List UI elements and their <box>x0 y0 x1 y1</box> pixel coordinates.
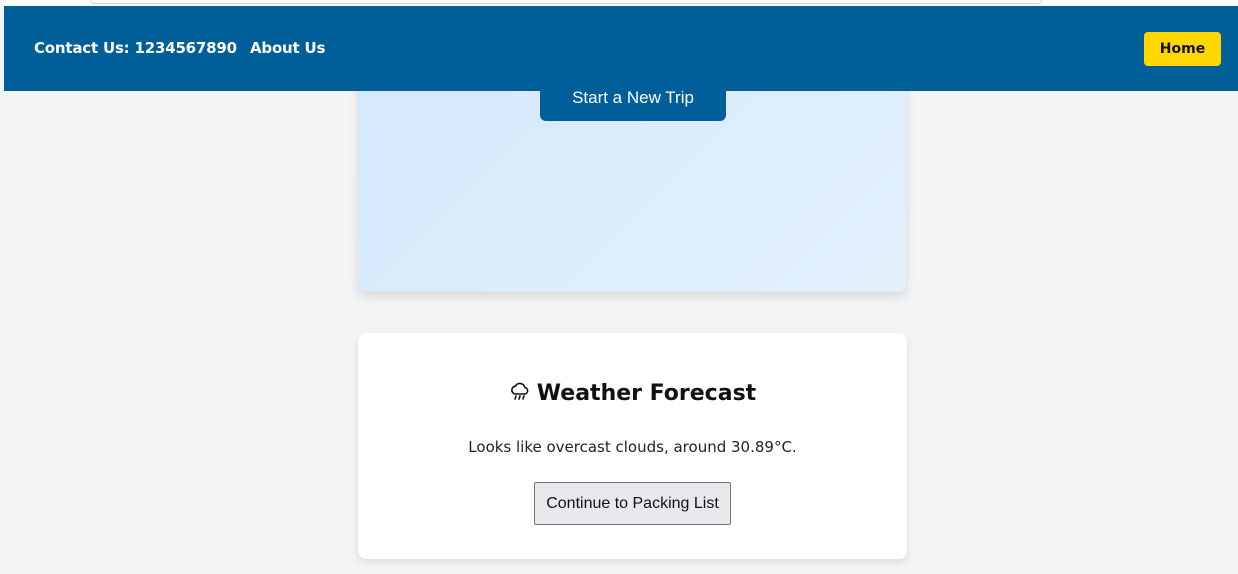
weather-description: Looks like overcast clouds, around 30.89… <box>468 438 797 456</box>
site-header: Contact Us: 1234567890 About Us Home <box>4 6 1238 91</box>
home-button[interactable]: Home <box>1144 32 1221 66</box>
continue-to-packing-list-button[interactable]: Continue to Packing List <box>534 482 731 525</box>
weather-card: Weather Forecast Looks like overcast clo… <box>358 333 907 559</box>
nav-contact-link[interactable]: Contact Us: 1234567890 <box>34 37 237 59</box>
page-viewport: Start a New Trip Contact Us: 1234567890 … <box>4 6 1238 574</box>
page: Start a New Trip Contact Us: 1234567890 … <box>0 0 1238 574</box>
nav-about-link[interactable]: About Us <box>250 37 325 59</box>
weather-title-text: Weather Forecast <box>536 381 757 406</box>
weather-heading: Weather Forecast <box>358 379 907 409</box>
browser-address-bar[interactable] <box>90 0 1042 4</box>
cloud-rain-icon <box>509 381 531 401</box>
